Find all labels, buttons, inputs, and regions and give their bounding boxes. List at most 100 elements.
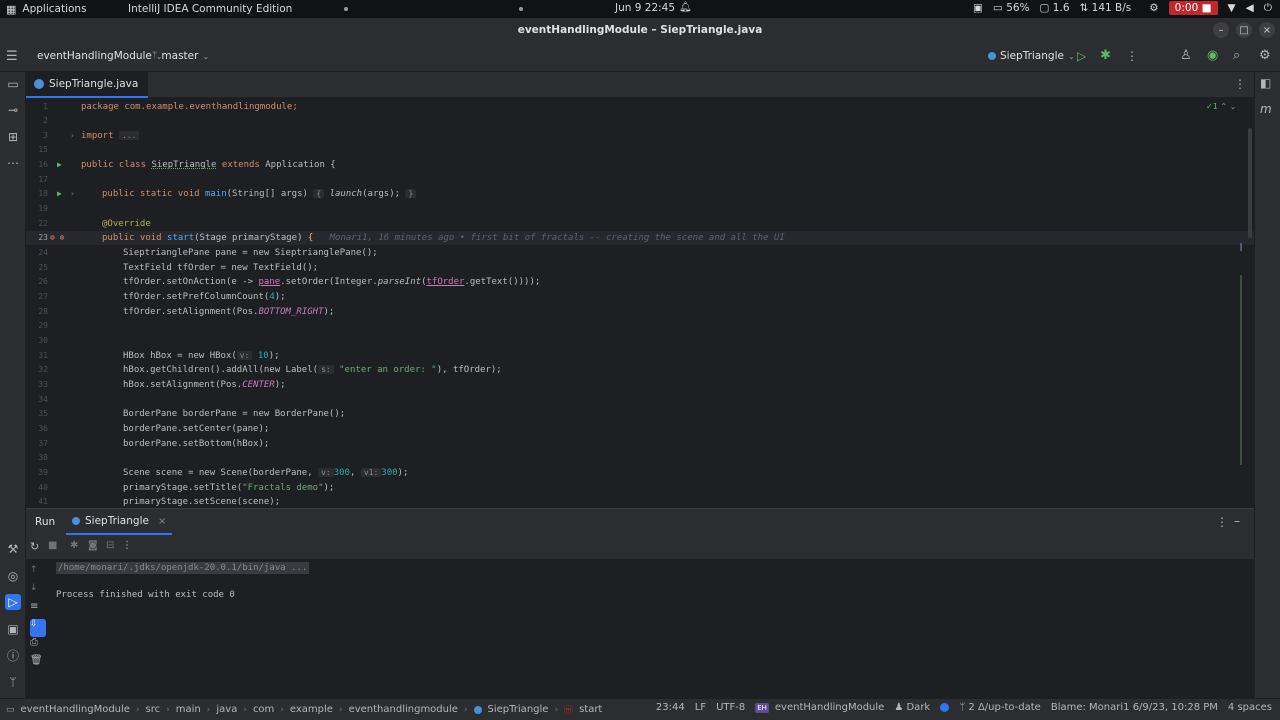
- breadcrumb-item[interactable]: com: [253, 704, 274, 715]
- screen-icon[interactable]: ▣: [973, 2, 983, 14]
- wifi-icon[interactable]: ▼: [1228, 2, 1236, 14]
- code-text: public void: [102, 233, 168, 243]
- camera-icon[interactable]: ◙: [88, 540, 98, 551]
- console-command[interactable]: /home/monari/.jdks/openjdk-20.0.1/bin/ja…: [56, 562, 310, 574]
- line-number: 30: [38, 336, 48, 345]
- services-icon[interactable]: ◎: [5, 568, 21, 584]
- load-indicator[interactable]: ▢ 1.6: [1040, 2, 1070, 14]
- tab-siep-triangle-java[interactable]: SiepTriangle.java: [26, 72, 149, 98]
- indent-setting[interactable]: 4 spaces: [1228, 702, 1272, 713]
- volume-icon[interactable]: ◀: [1246, 2, 1254, 14]
- print-icon[interactable]: ⎙: [30, 637, 46, 655]
- fold-brace[interactable]: }: [405, 189, 417, 198]
- applications-menu[interactable]: ▦ Applications: [0, 0, 122, 18]
- run-icon[interactable]: ▷: [1077, 49, 1086, 63]
- clock[interactable]: Jun 9 22:45: [615, 2, 675, 14]
- options-icon[interactable]: ⋮: [1216, 515, 1228, 529]
- settings-icon[interactable]: ⚙: [1149, 2, 1158, 14]
- settings-icon[interactable]: ⚙: [1259, 48, 1271, 63]
- battery-indicator[interactable]: ▭ 56%: [993, 2, 1030, 14]
- blame-info[interactable]: Blame: Monari1 6/9/23, 10:28 PM: [1051, 702, 1218, 713]
- run-config-selector[interactable]: SiepTriangle ⌄: [988, 50, 1075, 62]
- breadcrumb-item[interactable]: example: [290, 704, 333, 715]
- stop-icon[interactable]: ■: [48, 540, 57, 551]
- debug-icon[interactable]: ✱: [70, 540, 78, 551]
- run-gutter-icon[interactable]: ▶: [57, 160, 62, 169]
- minimize-panel-icon[interactable]: –: [1234, 514, 1240, 528]
- code-text: borderPane.setBottom(hBox);: [123, 439, 270, 449]
- folded-imports[interactable]: ...: [118, 131, 140, 140]
- vcs-status[interactable]: ᛘ 2 Δ/up-to-date: [959, 702, 1041, 713]
- theme-switch[interactable]: ♟ Dark: [894, 702, 930, 713]
- structure-icon[interactable]: ⊞: [5, 129, 21, 145]
- close-icon[interactable]: ×: [158, 516, 166, 527]
- fold-icon[interactable]: ›: [70, 189, 75, 198]
- project-folder-icon[interactable]: ▭: [5, 76, 21, 92]
- console-output[interactable]: /home/monari/.jdks/openjdk-20.0.1/bin/ja…: [56, 559, 310, 600]
- ai-status-icon[interactable]: [940, 703, 950, 712]
- more-tools-icon[interactable]: ⋯: [5, 155, 21, 171]
- account-icon[interactable]: ♙: [1180, 48, 1192, 63]
- line-number: 29: [38, 321, 48, 330]
- breadcrumb-item[interactable]: main: [176, 704, 201, 715]
- scroll-to-end-icon[interactable]: ⇩: [30, 619, 46, 637]
- code-text: hBox.getChildren().addAll(new Label(: [123, 365, 319, 375]
- search-icon[interactable]: ⌕: [1233, 48, 1240, 63]
- git-icon[interactable]: ᛘ: [5, 674, 21, 690]
- close-icon[interactable]: ×: [1259, 22, 1275, 38]
- main-menu-icon[interactable]: ☰: [6, 49, 18, 64]
- bell-icon[interactable]: 🔔︎: [679, 2, 692, 13]
- breadcrumb-item[interactable]: java: [216, 704, 237, 715]
- build-hammer-icon[interactable]: ⚒: [5, 541, 21, 557]
- debug-icon[interactable]: ✱: [1100, 48, 1111, 63]
- active-app-name[interactable]: IntelliJ IDEA Community Edition: [122, 3, 342, 15]
- breadcrumb-item[interactable]: eventHandlingModule: [21, 704, 130, 715]
- ai-assistant-icon[interactable]: ◉: [1207, 48, 1218, 63]
- commit-icon[interactable]: ⊸: [5, 102, 21, 118]
- run-gutter-icon[interactable]: ▶: [57, 189, 62, 198]
- maven-icon[interactable]: m: [1260, 102, 1272, 116]
- vcs-branch-selector[interactable]: ᛘ master ⌄: [152, 50, 209, 62]
- vcs-icon: ᛘ: [959, 702, 966, 713]
- project-selector[interactable]: eventHandlingModule ⌄: [37, 50, 163, 62]
- fold-brace[interactable]: {: [313, 189, 325, 198]
- scroll-down-icon[interactable]: ↓: [30, 583, 46, 601]
- more-icon[interactable]: ⋮: [122, 540, 132, 551]
- line-number: 40: [38, 483, 48, 492]
- more-actions-icon[interactable]: ⋮: [1126, 49, 1138, 63]
- breadcrumb-item[interactable]: src: [146, 704, 161, 715]
- run-tab-siep-triangle[interactable]: SiepTriangle ×: [66, 509, 173, 535]
- file-encoding[interactable]: UTF-8: [716, 702, 745, 713]
- soft-wrap-icon[interactable]: ≡: [30, 601, 46, 619]
- line-number: 36: [38, 424, 48, 433]
- recording-indicator[interactable]: 0:00 ■: [1168, 1, 1218, 15]
- run-tool-icon[interactable]: ▷: [5, 594, 21, 610]
- inline-blame[interactable]: Monari1, 16 minutes ago • first bit of f…: [330, 233, 785, 243]
- code-text: CENTER: [242, 380, 275, 390]
- terminal-icon[interactable]: ▣: [5, 621, 21, 637]
- inspections-indicator[interactable]: ✓1 ⌃ ⌄: [1206, 102, 1236, 111]
- run-tool-window: Run SiepTriangle × ⋮ – ↻ ■ ✱ ◙ ⊟ ⋮ ↑ ↓ ≡…: [26, 508, 1254, 698]
- maximize-icon[interactable]: □: [1236, 22, 1252, 38]
- minimize-icon[interactable]: –: [1213, 22, 1229, 38]
- line-separator[interactable]: LF: [695, 702, 706, 713]
- breadcrumb-item[interactable]: SiepTriangle: [488, 704, 549, 715]
- code-editor[interactable]: ✓1 ⌃ ⌄ 1 2 3 15 16 17 18 19 22 23 24 25 …: [26, 98, 1254, 508]
- java-class-icon: [34, 79, 44, 89]
- scroll-up-icon[interactable]: ↑: [30, 565, 46, 583]
- fold-icon[interactable]: ›: [70, 131, 75, 140]
- breadcrumb-item[interactable]: eventhandlingmodule: [349, 704, 458, 715]
- tab-options-icon[interactable]: ⋮: [1234, 77, 1246, 91]
- caret-position[interactable]: 23:44: [656, 702, 685, 713]
- exit-icon[interactable]: ⊟: [106, 540, 114, 551]
- problems-icon[interactable]: ⓘ: [5, 647, 21, 663]
- override-gutter-icon[interactable]: ⊚ ⊚: [50, 233, 64, 242]
- breadcrumb-item[interactable]: start: [579, 704, 602, 715]
- power-icon[interactable]: ⏻: [1264, 2, 1272, 15]
- trash-icon[interactable]: 🗑︎: [30, 655, 46, 673]
- rerun-icon[interactable]: ↻: [30, 540, 39, 553]
- notifications-icon[interactable]: ◧: [1260, 76, 1271, 90]
- network-indicator[interactable]: ⇅ 141 B/s: [1080, 2, 1132, 14]
- editor-scrollbar[interactable]: [1248, 128, 1252, 238]
- module-name[interactable]: eventHandlingModule: [775, 702, 884, 713]
